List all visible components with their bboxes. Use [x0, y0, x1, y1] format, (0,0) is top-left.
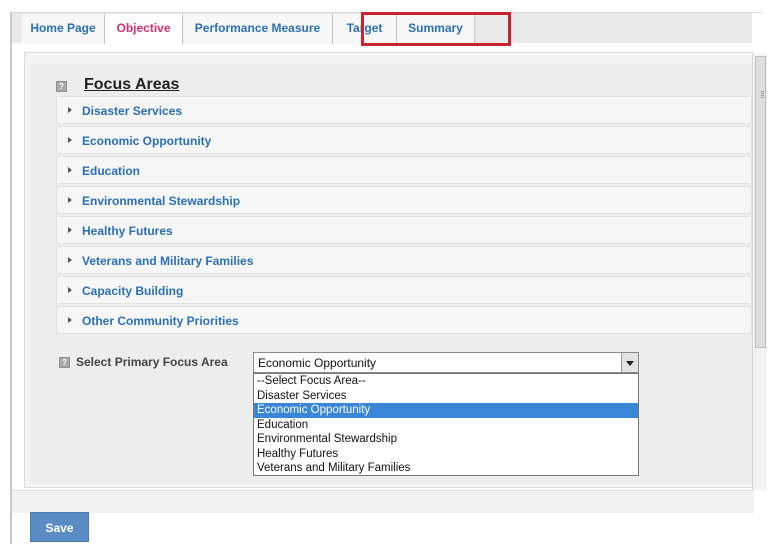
option-environmental-stewardship[interactable]: Environmental Stewardship — [254, 432, 638, 447]
help-icon[interactable]: ? — [56, 81, 67, 92]
expand-arrow-icon — [68, 287, 72, 293]
chevron-down-icon — [626, 361, 634, 366]
tab-objective[interactable]: Objective — [105, 14, 183, 44]
tab-summary[interactable]: Summary — [397, 14, 475, 44]
focus-area-label: Economic Opportunity — [82, 134, 212, 148]
focus-area-label: Healthy Futures — [82, 224, 173, 238]
option-select-focus-area[interactable]: --Select Focus Area-- — [254, 374, 638, 389]
focus-area-label: Environmental Stewardship — [82, 194, 241, 208]
focus-area-capacity-building[interactable]: Capacity Building — [56, 276, 752, 304]
focus-area-education[interactable]: Education — [56, 156, 752, 184]
tab-performance-measure[interactable]: Performance Measure — [183, 14, 333, 44]
expand-arrow-icon — [68, 167, 72, 173]
focus-area-other-community-priorities[interactable]: Other Community Priorities — [56, 306, 752, 334]
option-healthy-futures[interactable]: Healthy Futures — [254, 447, 638, 462]
vertical-scrollbar[interactable] — [752, 54, 767, 490]
focus-area-label: Other Community Priorities — [82, 314, 239, 328]
expand-arrow-icon — [68, 107, 72, 113]
window-left-border — [10, 12, 12, 544]
focus-area-label: Education — [82, 164, 141, 178]
option-disaster-services[interactable]: Disaster Services — [254, 389, 638, 404]
option-economic-opportunity[interactable]: Economic Opportunity — [254, 403, 638, 418]
option-veterans-military-families[interactable]: Veterans and Military Families — [254, 461, 638, 476]
primary-focus-label: Select Primary Focus Area — [76, 355, 228, 369]
focus-area-economic-opportunity[interactable]: Economic Opportunity — [56, 126, 752, 154]
focus-area-healthy-futures[interactable]: Healthy Futures — [56, 216, 752, 244]
expand-arrow-icon — [68, 317, 72, 323]
grip-icon — [761, 91, 764, 99]
primary-focus-selected-value: Economic Opportunity — [258, 356, 377, 370]
primary-focus-select[interactable]: Economic Opportunity — [253, 352, 639, 373]
tab-home-page[interactable]: Home Page — [22, 14, 105, 44]
scroll-thumb[interactable] — [755, 56, 766, 348]
expand-arrow-icon — [68, 227, 72, 233]
expand-arrow-icon — [68, 137, 72, 143]
dropdown-button[interactable] — [621, 353, 638, 372]
focus-areas-list: Disaster Services Economic Opportunity E… — [56, 96, 752, 336]
focus-area-environmental-stewardship[interactable]: Environmental Stewardship — [56, 186, 752, 214]
tab-target[interactable]: Target — [333, 14, 397, 44]
focus-area-disaster-services[interactable]: Disaster Services — [56, 96, 752, 124]
primary-focus-options: --Select Focus Area-- Disaster Services … — [253, 373, 639, 476]
option-education[interactable]: Education — [254, 418, 638, 433]
focus-area-label: Veterans and Military Families — [82, 254, 254, 268]
focus-area-label: Disaster Services — [82, 104, 183, 118]
focus-area-label: Capacity Building — [82, 284, 184, 298]
save-button[interactable]: Save — [30, 512, 89, 542]
expand-arrow-icon — [68, 197, 72, 203]
expand-arrow-icon — [68, 257, 72, 263]
help-icon[interactable]: ? — [59, 357, 70, 368]
focus-area-veterans-military-families[interactable]: Veterans and Military Families — [56, 246, 752, 274]
focus-areas-title: Focus Areas — [84, 76, 180, 93]
footer-bar — [12, 490, 754, 513]
app-window: Home Page Objective Performance Measure … — [0, 0, 772, 544]
